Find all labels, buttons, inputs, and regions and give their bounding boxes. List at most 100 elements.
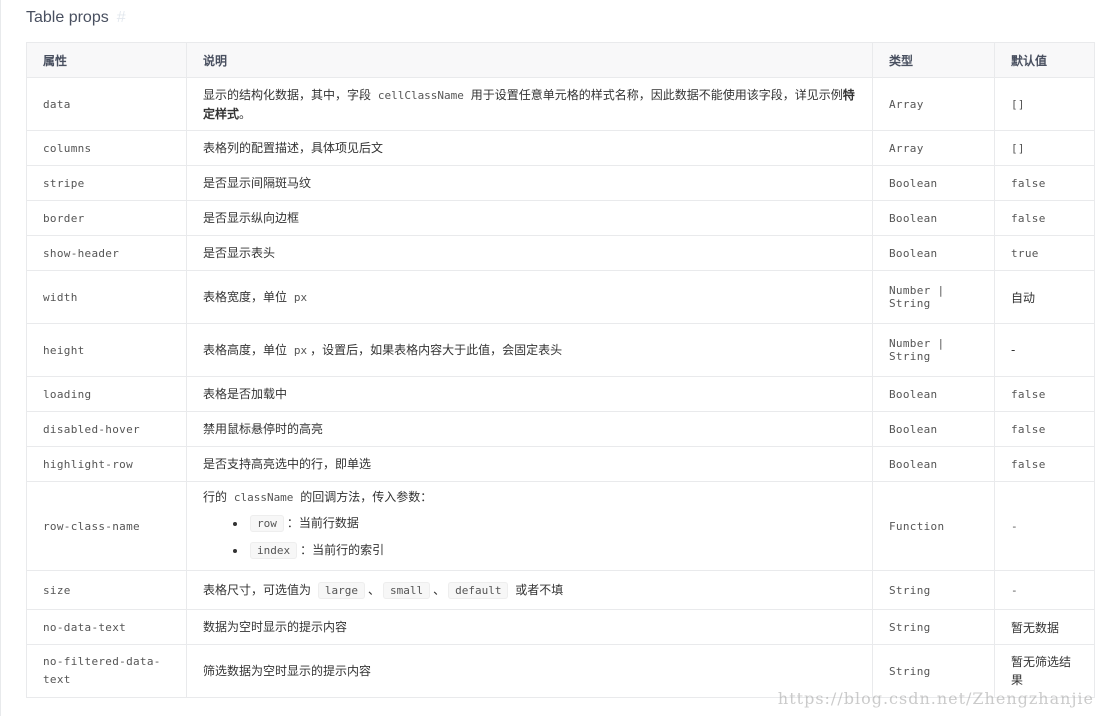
table-row: border 是否显示纵向边框 Boolean false [26,200,1095,236]
list-item: index：当前行的索引 [247,537,856,564]
table-header-row: 属性 说明 类型 默认值 [26,42,1095,78]
table-row: no-data-text 数据为空时显示的提示内容 String 暂无数据 [26,609,1095,645]
prop-default: true [994,235,1095,271]
prop-desc: 显示的结构化数据，其中，字段 cellClassName 用于设置任意单元格的样… [186,77,873,131]
prop-default: false [994,411,1095,447]
prop-type: Function [872,481,995,571]
prop-name: highlight-row [26,446,187,482]
list-item: row：当前行数据 [247,510,856,537]
table-row: height 表格高度，单位 px ，设置后，如果表格内容大于此值，会固定表头 N… [26,323,1095,377]
section-title-text: Table props [26,9,109,26]
prop-type: Array [872,77,995,131]
desc-text: 。 [239,106,252,121]
desc-text: 表格尺寸，可选值为 [203,582,315,597]
param-code: row [250,515,284,532]
prop-name: columns [26,130,187,166]
watermark: https://blog.csdn.net/Zhengzhanjie [777,689,1094,708]
table-row: size 表格尺寸，可选值为 large、 small、 default 或者不填 … [26,570,1095,610]
prop-default: false [994,446,1095,482]
inline-code: cellClassName [377,88,464,102]
prop-type: Array [872,130,995,166]
table-row: data 显示的结构化数据，其中，字段 cellClassName 用于设置任意… [26,77,1095,131]
prop-name: data [26,77,187,131]
prop-desc: 表格尺寸，可选值为 large、 small、 default 或者不填 [186,570,873,610]
prop-name: width [26,270,187,324]
header-default: 默认值 [994,42,1095,78]
desc-text: 行的 [203,490,231,504]
prop-default: - [994,481,1095,571]
table-row: show-header 是否显示表头 Boolean true [26,235,1095,271]
param-desc: ：当前行数据 [286,516,359,530]
prop-desc: 禁用鼠标悬停时的高亮 [186,411,873,447]
prop-desc: 表格是否加载中 [186,376,873,412]
prop-name: size [26,570,187,610]
prop-type: Boolean [872,446,995,482]
prop-desc: 数据为空时显示的提示内容 [186,609,873,645]
prop-type: Boolean [872,165,995,201]
prop-name: disabled-hover [26,411,187,447]
callback-params-list: row：当前行数据 index：当前行的索引 [203,510,856,564]
prop-desc: 是否显示间隔斑马纹 [186,165,873,201]
prop-name: border [26,200,187,236]
prop-type: Boolean [872,376,995,412]
inline-code: px [293,343,308,357]
inline-code: px [293,290,308,304]
desc-text: ，设置后，如果表格内容大于此值，会固定表头 [310,342,563,357]
table-row: stripe 是否显示间隔斑马纹 Boolean false [26,165,1095,201]
prop-name: height [26,323,187,377]
prop-desc: 表格列的配置描述，具体项见后文 [186,130,873,166]
desc-text: 用于设置任意单元格的样式名称，因此数据不能使用该字段，详见示例 [466,87,843,102]
separator: 、 [433,582,446,597]
separator: 、 [367,582,380,597]
prop-desc: 表格高度，单位 px ，设置后，如果表格内容大于此值，会固定表头 [186,323,873,377]
prop-name: no-filtered-data-text [26,644,187,698]
anchor-link[interactable]: # [117,9,126,26]
option-code: default [448,581,509,599]
header-desc: 说明 [186,42,873,78]
header-type: 类型 [872,42,995,78]
type-line: String [889,350,931,363]
prop-default: false [994,200,1095,236]
param-code: index [250,542,298,559]
prop-default: false [994,165,1095,201]
prop-name: show-header [26,235,187,271]
prop-name: stripe [26,165,187,201]
prop-type: String [872,609,995,645]
option-code: small [382,581,431,599]
prop-default: [] [994,77,1095,131]
table-row: disabled-hover 禁用鼠标悬停时的高亮 Boolean false [26,411,1095,447]
type-line: Number | [889,337,945,350]
type-line: String [889,297,931,310]
desc-text: 显示的结构化数据，其中，字段 [203,87,375,102]
prop-default: 暂无数据 [994,609,1095,645]
inline-code: className [233,491,294,504]
prop-type: Number | String [872,270,995,324]
prop-desc: 表格宽度，单位 px [186,270,873,324]
prop-default: 自动 [994,270,1095,324]
desc-text: 的回调方法，传入参数： [296,490,433,504]
table-row: loading 表格是否加载中 Boolean false [26,376,1095,412]
table-row: row-class-name 行的 className 的回调方法，传入参数： … [26,481,1095,571]
props-table: 属性 说明 类型 默认值 data 显示的结构化数据，其中，字段 cellCla… [26,42,1095,698]
prop-name: loading [26,376,187,412]
prop-default: - [994,323,1095,377]
table-row: columns 表格列的配置描述，具体项见后文 Array [] [26,130,1095,166]
prop-desc: 筛选数据为空时显示的提示内容 [186,644,873,698]
type-line: Number | [889,284,945,297]
prop-default: [] [994,130,1095,166]
prop-type: Number | String [872,323,995,377]
left-border-line [0,0,1,716]
prop-desc: 是否显示表头 [186,235,873,271]
table-row: width 表格宽度，单位 px Number | String 自动 [26,270,1095,324]
prop-desc: 是否显示纵向边框 [186,200,873,236]
desc-text: 表格高度，单位 [203,342,291,357]
prop-type: Boolean [872,411,995,447]
desc-text: 表格宽度，单位 [203,289,291,304]
section-title: Table props # [26,9,126,27]
header-attr: 属性 [26,42,187,78]
prop-type: Boolean [872,235,995,271]
prop-default: false [994,376,1095,412]
desc-text: 或者不填 [511,582,564,597]
prop-default: - [994,570,1095,610]
prop-type: Boolean [872,200,995,236]
